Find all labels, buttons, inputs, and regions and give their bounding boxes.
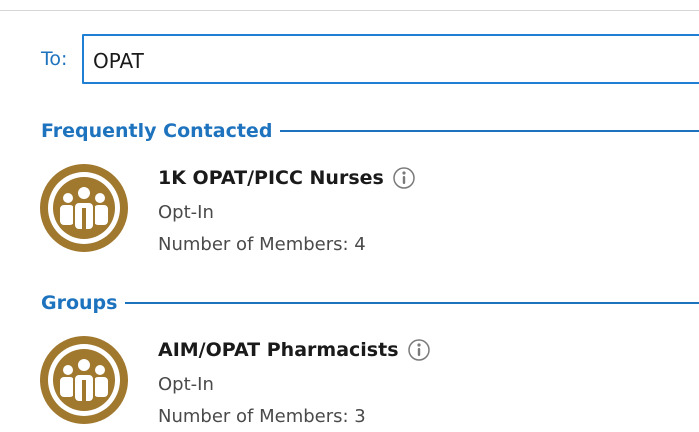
contact-subscription-status: Opt-In (158, 374, 214, 395)
section-header-groups: Groups (41, 290, 699, 316)
contact-item[interactable]: 1K OPAT/PICC Nurses Opt-In Number of Mem… (38, 160, 698, 260)
contact-subscription-status: Opt-In (158, 202, 214, 223)
section-divider (280, 130, 699, 132)
contact-name-row: AIM/OPAT Pharmacists (158, 338, 431, 362)
section-title: Groups (41, 292, 118, 314)
contact-member-count: Number of Members: 4 (158, 234, 366, 255)
contact-item[interactable]: AIM/OPAT Pharmacists Opt-In Number of Me… (38, 332, 698, 432)
section-header-frequently-contacted: Frequently Contacted (41, 118, 699, 144)
info-icon[interactable] (392, 166, 416, 190)
section-title: Frequently Contacted (41, 120, 273, 142)
recipient-input-value[interactable]: OPAT (93, 49, 144, 73)
contact-name: AIM/OPAT Pharmacists (158, 339, 399, 361)
contact-name: 1K OPAT/PICC Nurses (158, 167, 384, 189)
recipient-input[interactable]: OPAT (82, 34, 699, 84)
group-avatar-icon (40, 164, 128, 252)
contact-name-row: 1K OPAT/PICC Nurses (158, 166, 416, 190)
contact-member-count: Number of Members: 3 (158, 406, 366, 427)
group-avatar-icon (40, 336, 128, 424)
top-divider (0, 10, 699, 11)
recipient-row: To: OPAT (0, 34, 699, 88)
section-divider (125, 302, 699, 304)
recipient-label: To: (41, 48, 68, 70)
info-icon[interactable] (407, 338, 431, 362)
